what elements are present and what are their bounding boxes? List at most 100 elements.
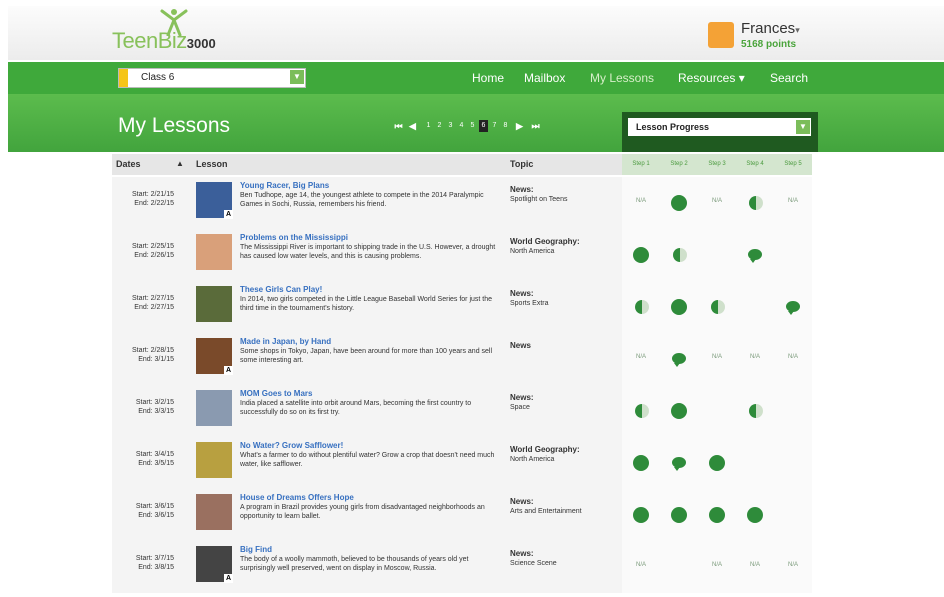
lesson-thumbnail[interactable]: A <box>196 182 233 219</box>
lesson-topic: News: Spotlight on Teens <box>510 185 620 204</box>
step-cell[interactable] <box>660 437 698 489</box>
topic-subcategory: North America <box>510 456 555 463</box>
lesson-title-link[interactable]: MOM Goes to Mars <box>240 389 312 398</box>
current-page[interactable]: 6 <box>479 120 488 132</box>
lesson-title-link[interactable]: These Girls Can Play! <box>240 285 322 294</box>
lesson-title-link[interactable]: No Water? Grow Safflower! <box>240 441 343 450</box>
step-cell[interactable]: N/A <box>736 333 774 385</box>
lesson-title-link[interactable]: Young Racer, Big Plans <box>240 181 329 190</box>
last-page-button[interactable]: ⏭ <box>531 120 540 132</box>
lesson-row: Start: 2/25/15 End: 2/26/15 Problems on th… <box>112 229 812 285</box>
step-cell[interactable] <box>660 489 698 541</box>
step-cell[interactable] <box>622 281 660 333</box>
step-complete-icon <box>633 247 649 263</box>
topic-category: World Geography: <box>510 445 580 454</box>
step-cell[interactable] <box>698 489 736 541</box>
lesson-thumbnail[interactable] <box>196 494 232 530</box>
step-cell[interactable] <box>660 281 698 333</box>
next-page-button[interactable]: ▶ <box>515 120 524 132</box>
step-cell[interactable] <box>660 333 698 385</box>
nav-my-lessons[interactable]: My Lessons <box>590 71 654 85</box>
step-cell[interactable] <box>622 229 660 281</box>
topic-category: News: <box>510 393 534 402</box>
user-menu[interactable]: Frances▾ 5168 points <box>708 20 818 56</box>
lesson-dates: Start: 3/6/15 End: 3/6/15 <box>116 502 174 520</box>
step-cell[interactable]: N/A <box>622 177 660 229</box>
audio-badge-icon: A <box>224 366 233 375</box>
lesson-row: Start: 3/7/15 End: 3/8/15 A Big Find The bod… <box>112 541 812 597</box>
lesson-thumbnail[interactable] <box>196 390 232 426</box>
lesson-topic: News: Space <box>510 393 620 412</box>
end-date: End: 2/26/15 <box>134 252 174 259</box>
lesson-thumbnail[interactable]: A <box>196 338 233 375</box>
step-cell[interactable] <box>660 177 698 229</box>
nav-resources[interactable]: Resources ▾ <box>678 71 745 85</box>
page-header-band: My Lessons ⏮ ◀ 1 2 3 4 5 6 7 8 ▶ ⏭ Lesso… <box>8 94 944 152</box>
lesson-row: Start: 3/6/15 End: 3/6/15 House of Dreams … <box>112 489 812 545</box>
dropdown-arrow-icon: ▼ <box>290 70 304 84</box>
step-cell[interactable]: N/A <box>698 541 736 593</box>
step-cell[interactable] <box>660 385 698 437</box>
step-partial-icon <box>749 404 763 418</box>
step-cell[interactable]: N/A <box>736 541 774 593</box>
step-complete-icon <box>709 507 725 523</box>
step-cell[interactable] <box>698 281 736 333</box>
header-dates[interactable]: Dates <box>116 159 141 169</box>
step-cell[interactable] <box>736 229 774 281</box>
step-cell[interactable]: N/A <box>622 333 660 385</box>
page-link[interactable]: 5 <box>468 120 477 132</box>
step-cell[interactable]: N/A <box>774 541 812 593</box>
page-link[interactable]: 2 <box>435 120 444 132</box>
lesson-thumbnail[interactable] <box>196 286 232 322</box>
lesson-title-link[interactable]: Problems on the Mississippi <box>240 233 348 242</box>
step-partial-icon <box>711 300 725 314</box>
step-na-label: N/A <box>635 354 646 360</box>
nav-mailbox[interactable]: Mailbox <box>524 71 565 85</box>
lesson-thumbnail[interactable]: A <box>196 546 233 583</box>
page-link[interactable]: 7 <box>490 120 499 132</box>
step-cell[interactable]: N/A <box>698 177 736 229</box>
lesson-title-link[interactable]: House of Dreams Offers Hope <box>240 493 354 502</box>
step-cell[interactable]: N/A <box>698 333 736 385</box>
step-cell[interactable]: N/A <box>774 177 812 229</box>
teenbiz-logo[interactable]: TeenBiz3000 <box>112 8 242 56</box>
end-date: End: 3/1/15 <box>138 356 174 363</box>
header-topic: Topic <box>510 159 534 169</box>
step-cell[interactable] <box>698 437 736 489</box>
step-cell[interactable] <box>736 177 774 229</box>
step-cell[interactable] <box>622 385 660 437</box>
start-date: Start: 3/2/15 <box>135 399 174 406</box>
page-link[interactable]: 4 <box>457 120 466 132</box>
logo-text: TeenBiz3000 <box>112 28 216 54</box>
lesson-row: Start: 2/27/15 End: 2/27/15 These Girls Ca… <box>112 281 812 337</box>
step-cell[interactable]: N/A <box>774 333 812 385</box>
step-na-label: N/A <box>635 198 646 204</box>
topic-subcategory: Arts and Entertainment <box>510 508 582 515</box>
class-select[interactable]: Class 6 ▼ <box>118 68 306 88</box>
step-cell[interactable] <box>660 229 698 281</box>
lesson-title-link[interactable]: Made in Japan, by Hand <box>240 337 331 346</box>
step-cell[interactable] <box>622 489 660 541</box>
lesson-title-link[interactable]: Big Find <box>240 545 272 554</box>
lesson-description: A program in Brazil provides young girls… <box>240 504 485 520</box>
step-cell[interactable]: N/A <box>622 541 660 593</box>
step-cell[interactable] <box>736 385 774 437</box>
lesson-thumbnail[interactable] <box>196 442 232 478</box>
prev-page-button[interactable]: ◀ <box>408 120 417 132</box>
lesson-progress-select[interactable]: Lesson Progress ▼ <box>628 118 811 136</box>
first-page-button[interactable]: ⏮ <box>394 120 403 132</box>
nav-home[interactable]: Home <box>472 71 504 85</box>
page-link[interactable]: 8 <box>501 120 510 132</box>
nav-search[interactable]: Search <box>770 71 808 85</box>
lesson-row: Start: 3/4/15 End: 3/5/15 No Water? Grow S… <box>112 437 812 493</box>
sort-ascending-icon[interactable]: ▲ <box>176 159 184 168</box>
step-cell[interactable] <box>774 281 812 333</box>
step-cell[interactable] <box>622 437 660 489</box>
start-date: Start: 2/28/15 <box>131 347 174 354</box>
lesson-thumbnail[interactable] <box>196 234 232 270</box>
page-link[interactable]: 1 <box>424 120 433 132</box>
lesson-description: India placed a satellite into orbit arou… <box>240 400 472 416</box>
step-partial-icon <box>673 248 687 262</box>
page-link[interactable]: 3 <box>446 120 455 132</box>
step-cell[interactable] <box>736 489 774 541</box>
